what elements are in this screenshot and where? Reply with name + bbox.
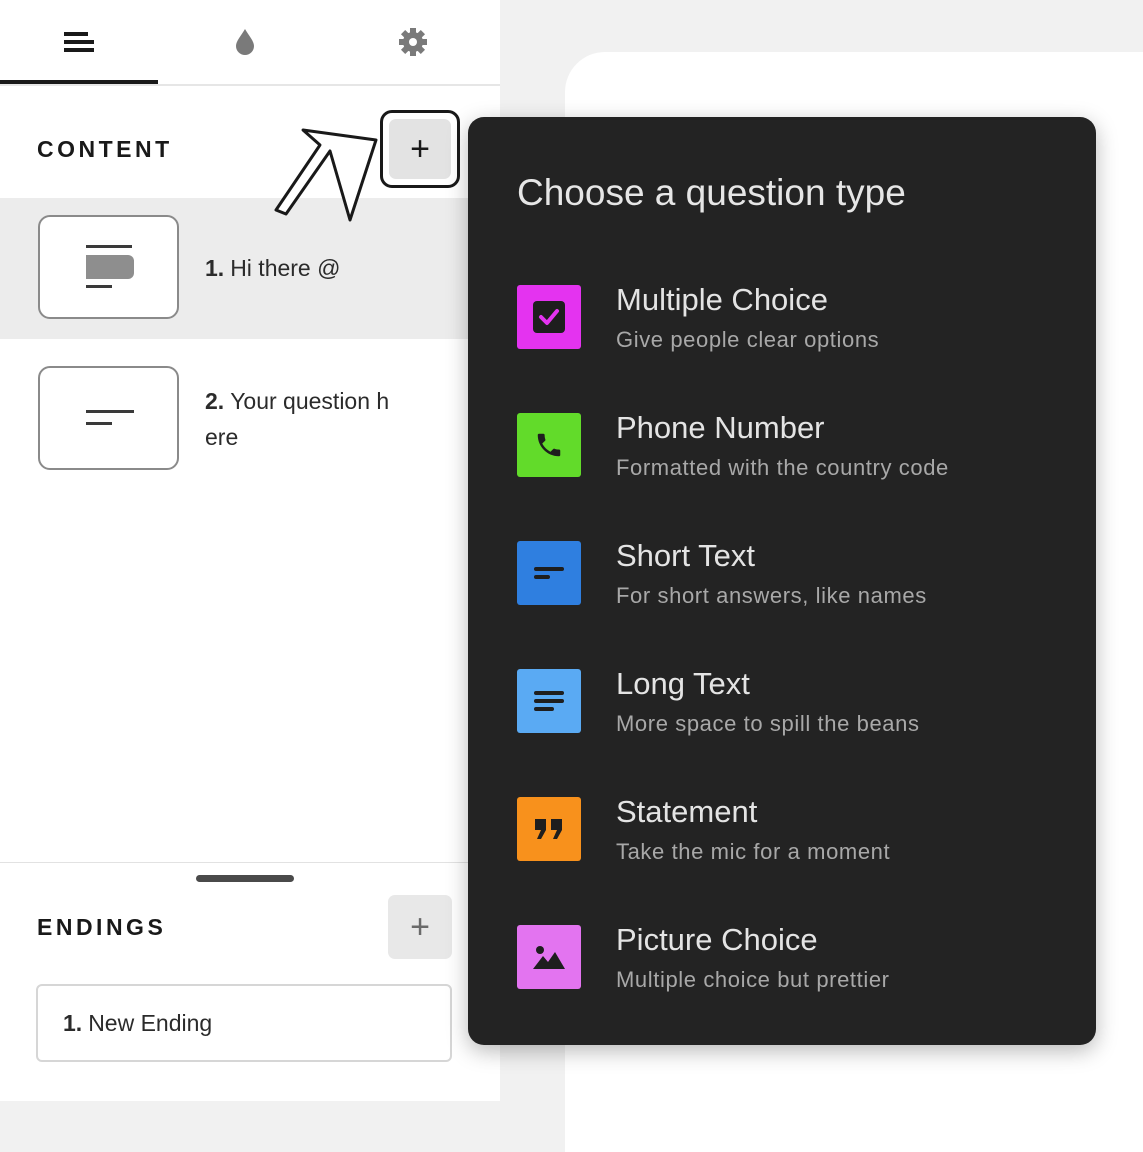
- question-title: 2. Your question h ere: [205, 383, 420, 455]
- question-type-name: Long Text: [616, 666, 750, 701]
- endings-section-title: ENDINGS: [37, 914, 167, 940]
- question-type-description: For short answers, like names: [616, 583, 927, 608]
- ending-item[interactable]: 1. New Ending: [36, 984, 452, 1062]
- droplet-icon: [236, 29, 254, 55]
- question-type-statement[interactable]: Statement Take the mic for a moment: [517, 794, 1077, 887]
- question-number: 1.: [205, 255, 225, 281]
- question-type-description: Multiple choice but prettier: [616, 967, 890, 992]
- question-thumbnail: [38, 215, 179, 319]
- question-type-description: More space to spill the beans: [616, 711, 920, 736]
- long-text-icon: [517, 669, 581, 733]
- add-question-button[interactable]: +: [389, 119, 451, 179]
- content-lines-icon: [64, 32, 94, 52]
- phone-icon: [517, 413, 581, 477]
- short-text-icon: [517, 541, 581, 605]
- question-type-picture-choice[interactable]: Picture Choice Multiple choice but prett…: [517, 922, 1077, 1015]
- question-type-description: Take the mic for a moment: [616, 839, 891, 864]
- tab-content[interactable]: [0, 0, 158, 84]
- question-label: Your question h ere: [205, 388, 390, 450]
- question-number: 2.: [205, 388, 225, 414]
- question-type-name: Short Text: [616, 538, 756, 573]
- question-type-name: Statement: [616, 794, 758, 829]
- menu-title: Choose a question type: [517, 172, 906, 213]
- pointer-arrow-icon: [274, 128, 378, 222]
- tab-settings[interactable]: [334, 0, 492, 84]
- question-item[interactable]: 2. Your question h ere: [0, 339, 500, 489]
- question-type-name: Phone Number: [616, 410, 825, 445]
- content-section-title: CONTENT: [37, 136, 173, 162]
- checkbox-icon: [517, 285, 581, 349]
- active-tab-underline: [0, 80, 158, 84]
- ending-label: New Ending: [88, 1010, 213, 1036]
- question-type-multiple-choice[interactable]: Multiple Choice Give people clear option…: [517, 282, 1077, 375]
- question-thumbnail: [38, 366, 179, 470]
- question-type-description: Formatted with the country code: [616, 455, 949, 480]
- gear-icon: [399, 28, 427, 56]
- question-type-description: Give people clear options: [616, 327, 880, 352]
- question-type-long-text[interactable]: Long Text More space to spill the beans: [517, 666, 1077, 759]
- ending-number: 1.: [63, 1010, 83, 1036]
- question-type-short-text[interactable]: Short Text For short answers, like names: [517, 538, 1077, 631]
- question-type-phone-number[interactable]: Phone Number Formatted with the country …: [517, 410, 1077, 503]
- add-ending-button[interactable]: +: [388, 895, 452, 959]
- add-question-button-highlight: +: [380, 110, 460, 188]
- question-label: Hi there @: [230, 255, 341, 281]
- sidebar-tabs: [0, 0, 500, 86]
- question-type-name: Picture Choice: [616, 922, 818, 957]
- tab-design[interactable]: [166, 0, 324, 84]
- question-type-name: Multiple Choice: [616, 282, 828, 317]
- drag-handle[interactable]: [196, 875, 294, 882]
- question-type-menu: Choose a question type Multiple Choice G…: [468, 117, 1096, 1045]
- quote-icon: [517, 797, 581, 861]
- question-title: 1. Hi there @: [205, 250, 420, 286]
- picture-icon: [517, 925, 581, 989]
- statement-thumb-icon: [86, 245, 134, 288]
- short-text-thumb-icon: [86, 410, 134, 425]
- question-item[interactable]: 1. Hi there @: [0, 198, 500, 339]
